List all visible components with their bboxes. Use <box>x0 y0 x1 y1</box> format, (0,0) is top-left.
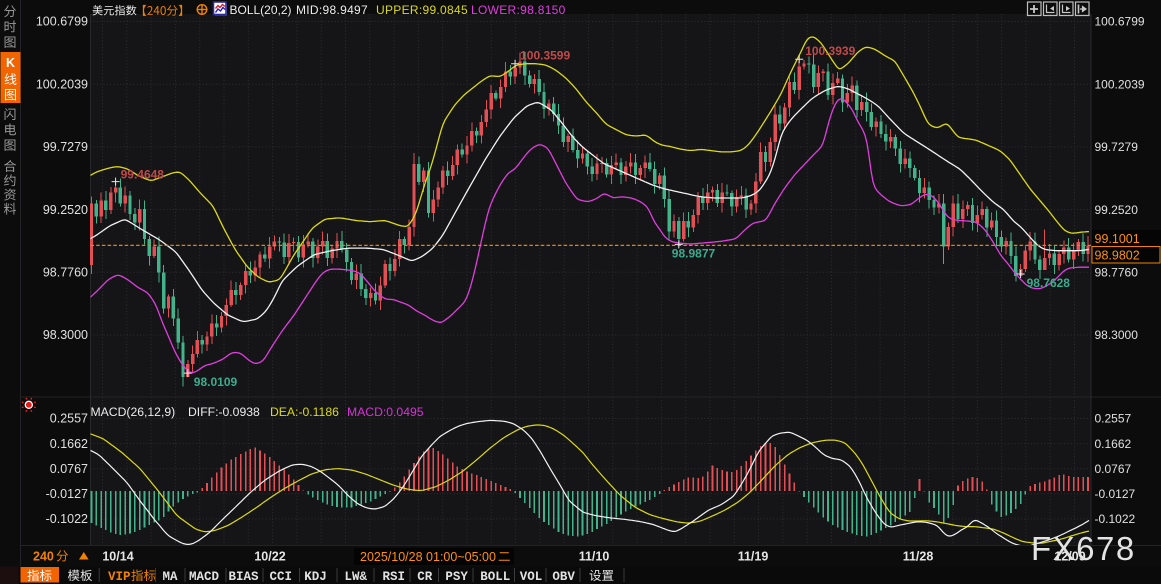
svg-text:11/28: 11/28 <box>903 550 934 564</box>
svg-text:0.2557: 0.2557 <box>1095 412 1132 426</box>
svg-text:98.7628: 98.7628 <box>1027 276 1071 290</box>
svg-text:99.2520: 99.2520 <box>43 203 88 217</box>
svg-text:-0.1022: -0.1022 <box>1095 512 1136 526</box>
svg-text:98.9802: 98.9802 <box>1095 249 1140 263</box>
svg-text:98.9877: 98.9877 <box>672 246 716 260</box>
svg-text:98.3000: 98.3000 <box>1095 328 1139 342</box>
svg-text:CCI: CCI <box>269 570 292 584</box>
svg-text:0.2557: 0.2557 <box>50 412 88 426</box>
svg-text:MID:98.9497: MID:98.9497 <box>296 3 368 17</box>
svg-text:98.0109: 98.0109 <box>194 375 238 389</box>
svg-text:-0.0127: -0.0127 <box>46 487 88 501</box>
svg-text:98.7760: 98.7760 <box>43 266 88 280</box>
svg-text:CR: CR <box>417 570 433 584</box>
svg-text:100.6799: 100.6799 <box>1095 15 1145 29</box>
svg-text:11/10: 11/10 <box>579 550 610 564</box>
svg-text:99.4648: 99.4648 <box>121 168 165 182</box>
svg-text:99.1001: 99.1001 <box>1095 232 1140 246</box>
svg-text:DIFF:-0.0938: DIFF:-0.0938 <box>188 405 260 419</box>
svg-text:BOLL(20,2): BOLL(20,2) <box>230 3 292 17</box>
svg-text:MACD(26,12,9): MACD(26,12,9) <box>91 405 176 419</box>
svg-text:240: 240 <box>33 550 54 564</box>
svg-text:UPPER:99.0845: UPPER:99.0845 <box>376 3 468 17</box>
svg-text:0.1662: 0.1662 <box>50 437 88 451</box>
svg-text:BIAS: BIAS <box>228 570 259 584</box>
svg-text:100.2039: 100.2039 <box>1095 77 1145 91</box>
svg-text:PSY: PSY <box>445 570 468 584</box>
svg-text:MACD:0.0495: MACD:0.0495 <box>347 405 424 419</box>
svg-text:99.2520: 99.2520 <box>1095 203 1139 217</box>
svg-text:11/19: 11/19 <box>738 550 769 564</box>
svg-text:DEA:-0.1186: DEA:-0.1186 <box>270 405 339 419</box>
svg-text:0.0767: 0.0767 <box>1095 462 1132 476</box>
svg-text:10/14: 10/14 <box>102 550 133 564</box>
svg-text:-0.0127: -0.0127 <box>1095 487 1136 501</box>
svg-text:0.0767: 0.0767 <box>50 462 88 476</box>
svg-text:10/22: 10/22 <box>254 550 285 564</box>
svg-text:BOLL: BOLL <box>480 570 510 584</box>
svg-text:0.1662: 0.1662 <box>1095 437 1132 451</box>
svg-text:2025/10/28 01:00~05:00: 2025/10/28 01:00~05:00 <box>360 550 496 564</box>
svg-text:100.2039: 100.2039 <box>36 77 88 91</box>
svg-text:KDJ: KDJ <box>304 570 327 584</box>
svg-text:K: K <box>6 56 15 70</box>
svg-text:VIP: VIP <box>108 570 131 584</box>
svg-text:99.7279: 99.7279 <box>1095 140 1139 154</box>
svg-text:RSI: RSI <box>383 570 406 584</box>
svg-text:MACD: MACD <box>189 570 220 584</box>
svg-text:MA: MA <box>162 570 178 584</box>
svg-text:OBV: OBV <box>552 570 575 584</box>
svg-text:100.3599: 100.3599 <box>520 49 570 63</box>
svg-text:LW&: LW& <box>345 570 368 584</box>
svg-text:LOWER:98.8150: LOWER:98.8150 <box>471 3 566 17</box>
svg-text:100.6799: 100.6799 <box>36 15 88 29</box>
svg-text:99.7279: 99.7279 <box>43 140 88 154</box>
svg-text:-0.1022: -0.1022 <box>46 512 88 526</box>
svg-text:FX678: FX678 <box>1031 530 1136 567</box>
svg-text:98.3000: 98.3000 <box>43 328 88 342</box>
svg-text:98.7760: 98.7760 <box>1095 266 1139 280</box>
svg-text:100.3939: 100.3939 <box>805 44 855 58</box>
svg-text:VOL: VOL <box>520 570 543 584</box>
